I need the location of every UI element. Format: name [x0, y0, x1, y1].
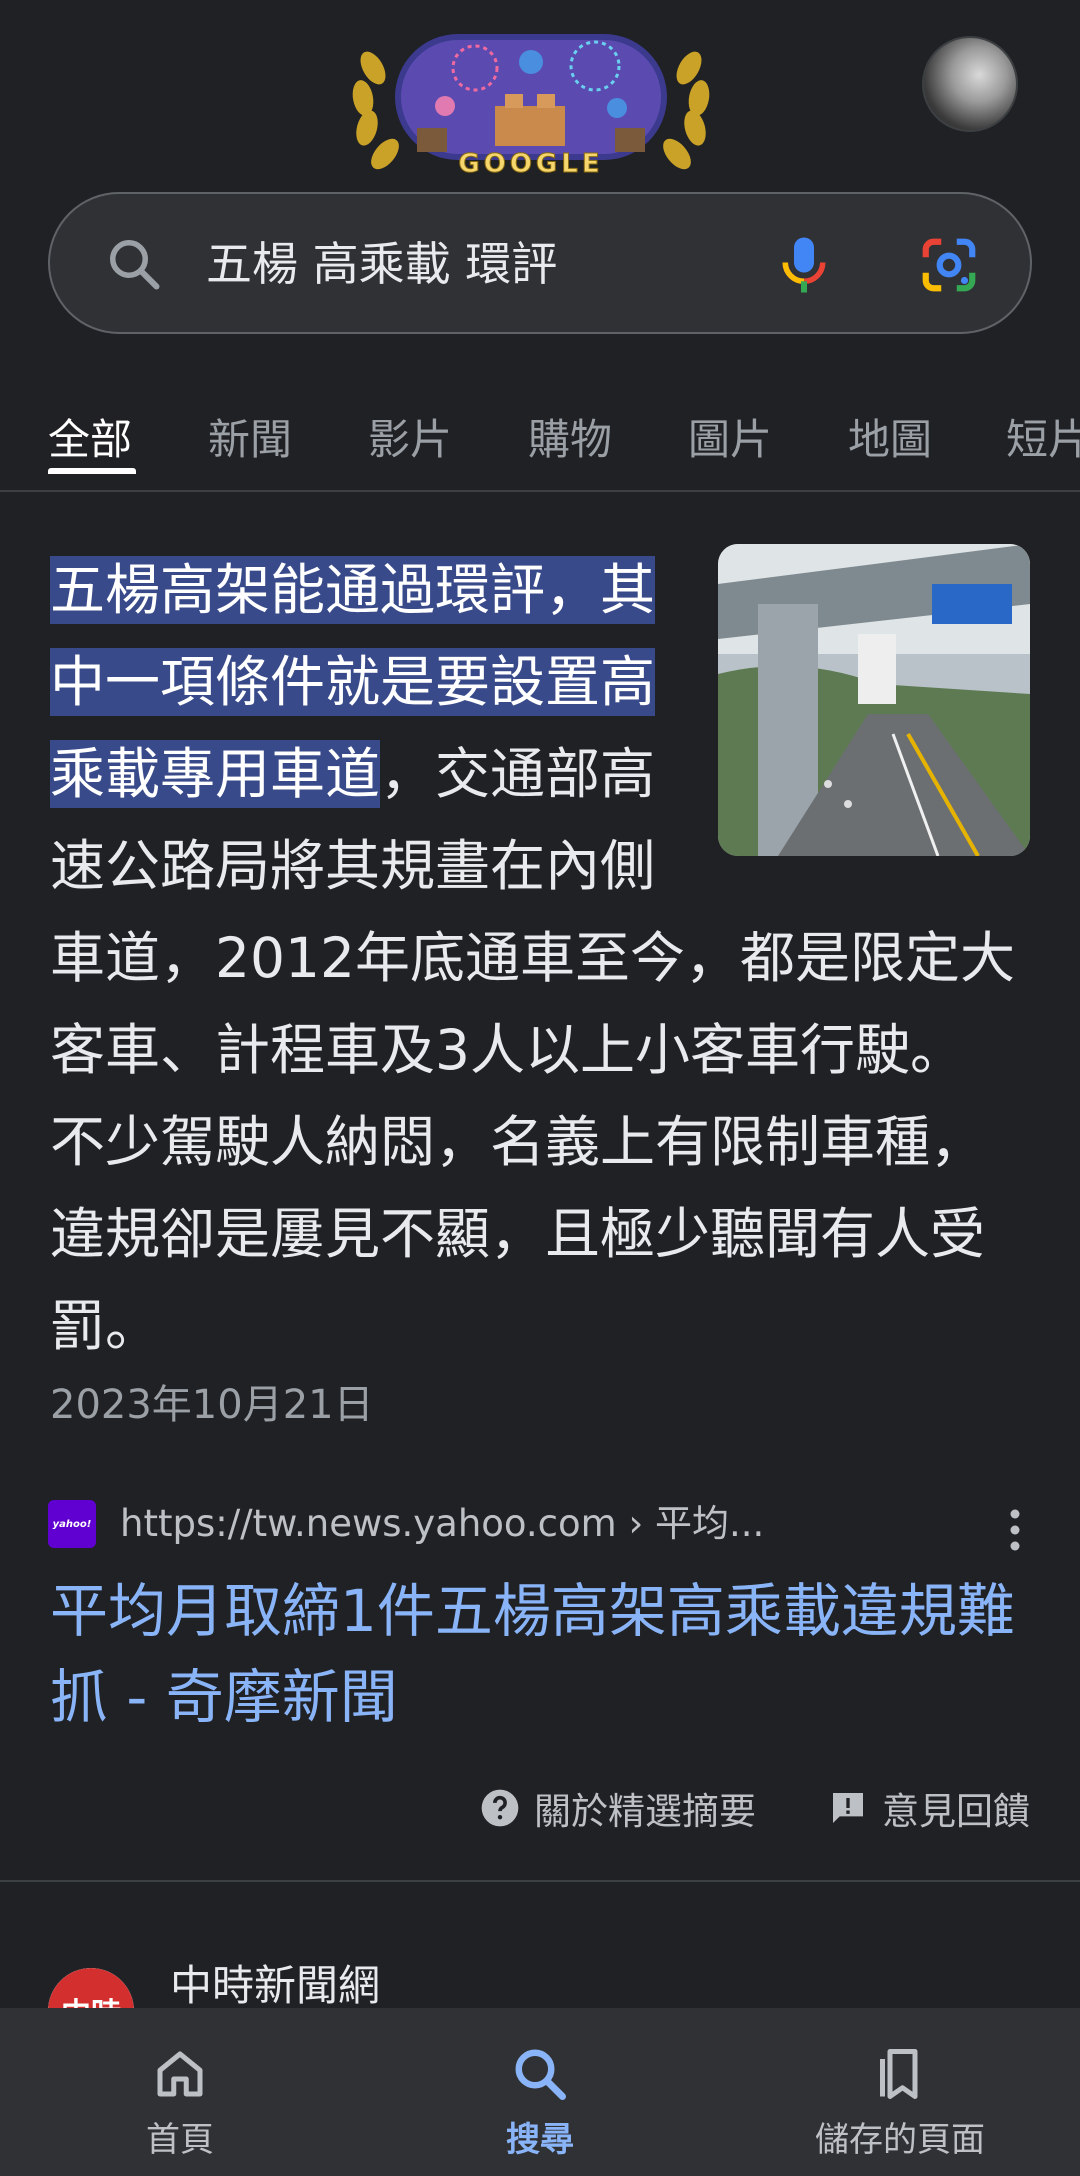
bookmarks-icon: [880, 2049, 918, 2099]
tab-news[interactable]: 新聞: [208, 412, 292, 468]
tab-shorts[interactable]: 短片: [1006, 412, 1080, 468]
feedback-icon: [833, 1793, 863, 1823]
nav-search-label: 搜尋: [506, 2120, 574, 2160]
tab-images[interactable]: 圖片: [688, 412, 772, 468]
about-label: 關於精選摘要: [534, 1790, 756, 1833]
google-doodle[interactable]: GOOGLE: [345, 28, 717, 182]
nav-home[interactable]: 首頁: [0, 2008, 360, 2176]
mic-icon[interactable]: [774, 232, 834, 298]
nav-search[interactable]: 搜尋: [360, 2008, 720, 2176]
search-results-page: GOOGLE 五楊 高乘載 環評 全部 新聞 影片 購物 圖片 地圖 短片 五楊…: [0, 0, 1080, 2176]
result-title-link[interactable]: 平均月取締1件五楊高架高乘載違規難抓 - 奇摩新聞: [50, 1568, 1040, 1740]
snippet-image[interactable]: [718, 544, 1030, 856]
tab-all[interactable]: 全部: [48, 412, 132, 468]
help-icon: [481, 1789, 519, 1827]
snippet-highlight-1: 五楊高架能通過環評，: [50, 556, 601, 624]
tab-shopping[interactable]: 購物: [528, 412, 612, 468]
yahoo-favicon: yahoo!: [48, 1500, 96, 1548]
source-url[interactable]: https://tw.news.yahoo.com › 平均...: [120, 1496, 764, 1552]
tab-videos[interactable]: 影片: [368, 412, 452, 468]
search-input[interactable]: 五楊 高乘載 環評: [206, 230, 557, 298]
nav-home-label: 首頁: [146, 2120, 214, 2160]
google-lens-icon[interactable]: [918, 234, 980, 296]
avatar[interactable]: [922, 36, 1018, 132]
snippet-date: 2023年10月21日: [50, 1382, 374, 1428]
search-tabs: 全部 新聞 影片 購物 圖片 地圖 短片: [0, 400, 1080, 492]
featured-snippet: 五楊高架能通過環評，其中一項條件就是要設置高乘載專用車道，交通部高速公路局將其規…: [50, 544, 1030, 1372]
about-featured-snippets-button[interactable]: 關於精選摘要: [478, 1780, 756, 1836]
nav-saved[interactable]: 儲存的頁面: [720, 2008, 1080, 2176]
next-result-site-name[interactable]: 中時新聞網: [170, 1958, 380, 2014]
search-icon[interactable]: [104, 234, 164, 294]
search-bar[interactable]: 五楊 高乘載 環評: [48, 192, 1032, 334]
feedback-label: 意見回饋: [882, 1790, 1030, 1833]
active-tab-indicator: [48, 468, 136, 474]
feedback-button[interactable]: 意見回饋: [828, 1780, 1030, 1836]
bottom-navigation: 首頁 搜尋 儲存的頁面: [0, 2008, 1080, 2176]
nav-saved-label: 儲存的頁面: [815, 2120, 985, 2160]
section-divider: [0, 1880, 1080, 1882]
home-icon: [157, 2051, 203, 2097]
search-icon: [515, 2049, 566, 2100]
doodle-text: GOOGLE: [458, 149, 603, 179]
tab-maps[interactable]: 地圖: [848, 412, 932, 468]
more-options-icon[interactable]: [1000, 1502, 1030, 1558]
